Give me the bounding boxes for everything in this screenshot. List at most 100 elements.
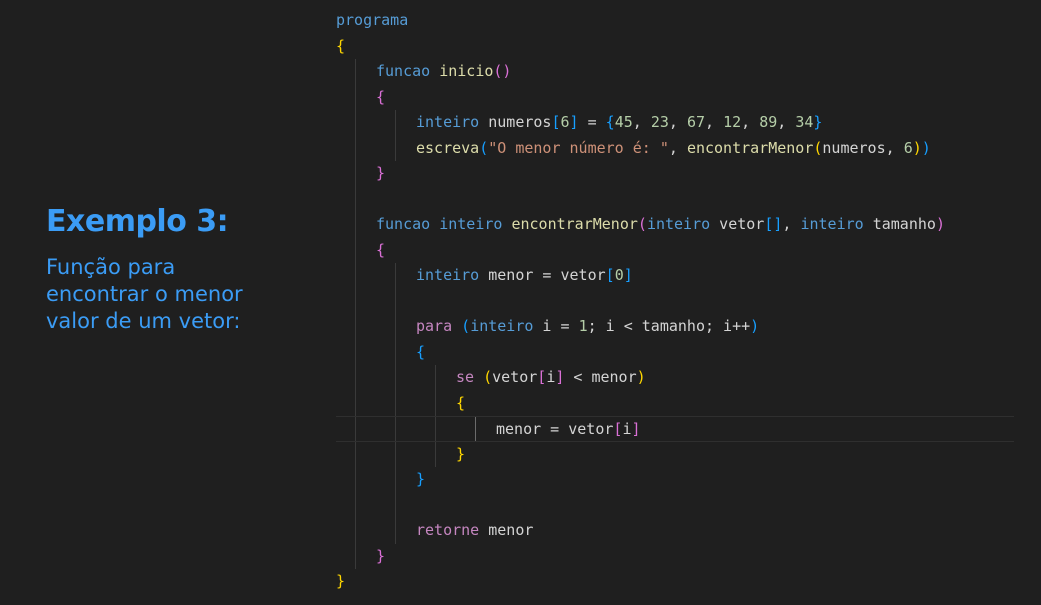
code-text: } xyxy=(376,161,385,187)
code-line[interactable] xyxy=(336,288,1041,314)
code-token: } xyxy=(376,164,386,182)
code-token: 23 xyxy=(650,113,669,131)
slide-text: Exemplo 3: Função para encontrar o menor… xyxy=(46,200,296,335)
code-text: { xyxy=(376,85,385,111)
code-token: , xyxy=(705,113,724,131)
code-token: i xyxy=(546,368,556,386)
code-token: 6 xyxy=(903,138,913,157)
code-token: } xyxy=(456,444,466,463)
code-token: inteiro xyxy=(416,266,480,284)
code-token: menor xyxy=(479,521,534,539)
code-token: 6 xyxy=(560,113,570,131)
code-editor[interactable]: programa{funcao inicio(){inteiro numeros… xyxy=(336,8,1041,595)
code-token: funcao xyxy=(376,62,431,80)
code-token: { xyxy=(605,113,615,131)
code-line[interactable]: funcao inicio() xyxy=(336,59,1041,85)
code-token: { xyxy=(376,87,386,106)
code-line[interactable]: { xyxy=(336,339,1041,366)
code-token: [ xyxy=(551,113,561,131)
code-line[interactable]: { xyxy=(336,34,1041,60)
code-token: ) xyxy=(935,215,945,233)
code-line[interactable]: para (inteiro i = 1; i < tamanho; i++) xyxy=(336,314,1041,340)
code-token: } xyxy=(416,470,426,488)
code-token: ) xyxy=(912,138,922,157)
code-token: { xyxy=(416,342,426,361)
code-token: 67 xyxy=(686,113,705,131)
code-token: programa xyxy=(336,11,409,29)
code-text: inteiro menor = vetor[0] xyxy=(416,263,633,289)
indent-guide xyxy=(435,365,436,391)
indent-guide xyxy=(475,417,476,441)
code-token: { xyxy=(456,393,466,412)
code-token: "O menor número é: " xyxy=(488,138,669,157)
code-token: encontrarMenor xyxy=(686,138,814,157)
indent-guide xyxy=(395,441,396,467)
code-token: , xyxy=(632,113,651,131)
code-token: } xyxy=(813,113,823,131)
indent-guide xyxy=(395,390,396,416)
code-line[interactable]: } xyxy=(336,543,1041,569)
code-line[interactable]: } xyxy=(336,467,1041,493)
code-token: numeros xyxy=(479,113,552,131)
indent-guide xyxy=(355,390,356,416)
indent-guide xyxy=(395,339,396,365)
code-line[interactable]: } xyxy=(336,441,1041,467)
code-line[interactable]: funcao inteiro encontrarMenor(inteiro ve… xyxy=(336,212,1041,238)
code-token: vetor xyxy=(492,368,538,386)
code-text: { xyxy=(456,391,465,417)
code-text: menor = vetor[i] xyxy=(496,417,641,443)
code-token: { xyxy=(336,36,346,55)
code-text: retorne menor xyxy=(416,518,533,544)
code-token: i = xyxy=(533,317,579,335)
code-token: ) xyxy=(636,368,646,386)
code-line[interactable]: menor = vetor[i] xyxy=(336,416,1014,442)
code-line[interactable]: { xyxy=(336,237,1041,263)
code-text: funcao inteiro encontrarMenor(inteiro ve… xyxy=(376,212,945,238)
code-text: { xyxy=(416,340,425,366)
code-token: ) xyxy=(921,138,931,157)
code-line[interactable]: escreva("O menor número é: ", encontrarM… xyxy=(336,135,1041,162)
code-token: numeros xyxy=(822,138,886,157)
code-line[interactable]: programa xyxy=(336,8,1041,34)
code-token: } xyxy=(336,572,346,590)
code-token: [] xyxy=(764,215,783,233)
code-token: ( xyxy=(479,138,489,157)
indent-guide xyxy=(355,212,356,238)
code-token: ( xyxy=(637,215,647,233)
indent-guide xyxy=(355,59,356,85)
code-token: tamanho xyxy=(863,215,936,233)
code-token: , xyxy=(741,113,760,131)
code-token: { xyxy=(376,240,386,259)
code-token: 0 xyxy=(614,266,624,284)
code-line[interactable] xyxy=(336,186,1041,212)
code-token: ( xyxy=(461,317,471,335)
code-line[interactable]: inteiro menor = vetor[0] xyxy=(336,263,1041,289)
code-text: escreva("O menor número é: ", encontrarM… xyxy=(416,136,931,162)
code-token: funcao xyxy=(376,215,431,233)
code-line[interactable]: } xyxy=(336,569,1041,595)
code-token: , xyxy=(885,138,904,157)
code-line[interactable]: { xyxy=(336,390,1041,417)
code-text: funcao inicio() xyxy=(376,59,511,85)
code-line[interactable]: { xyxy=(336,84,1041,111)
code-text: inteiro numeros[6] = {45, 23, 67, 12, 89… xyxy=(416,110,822,136)
indent-guide xyxy=(355,365,356,391)
code-line[interactable]: } xyxy=(336,161,1041,187)
indent-guide xyxy=(395,263,396,289)
code-line[interactable]: inteiro numeros[6] = {45, 23, 67, 12, 89… xyxy=(336,110,1041,136)
indent-guide xyxy=(395,518,396,544)
indent-guide xyxy=(355,263,356,289)
code-token: ) xyxy=(750,317,760,335)
slide-title: Exemplo 3: xyxy=(46,204,229,239)
code-line[interactable] xyxy=(336,492,1041,518)
indent-guide xyxy=(355,543,356,569)
code-text: } xyxy=(416,467,425,493)
code-token: inteiro xyxy=(470,317,534,335)
code-line[interactable]: retorne menor xyxy=(336,518,1041,544)
code-token: [ xyxy=(605,266,615,284)
code-line[interactable]: se (vetor[i] < menor) xyxy=(336,365,1041,391)
indent-guide xyxy=(355,186,356,212)
